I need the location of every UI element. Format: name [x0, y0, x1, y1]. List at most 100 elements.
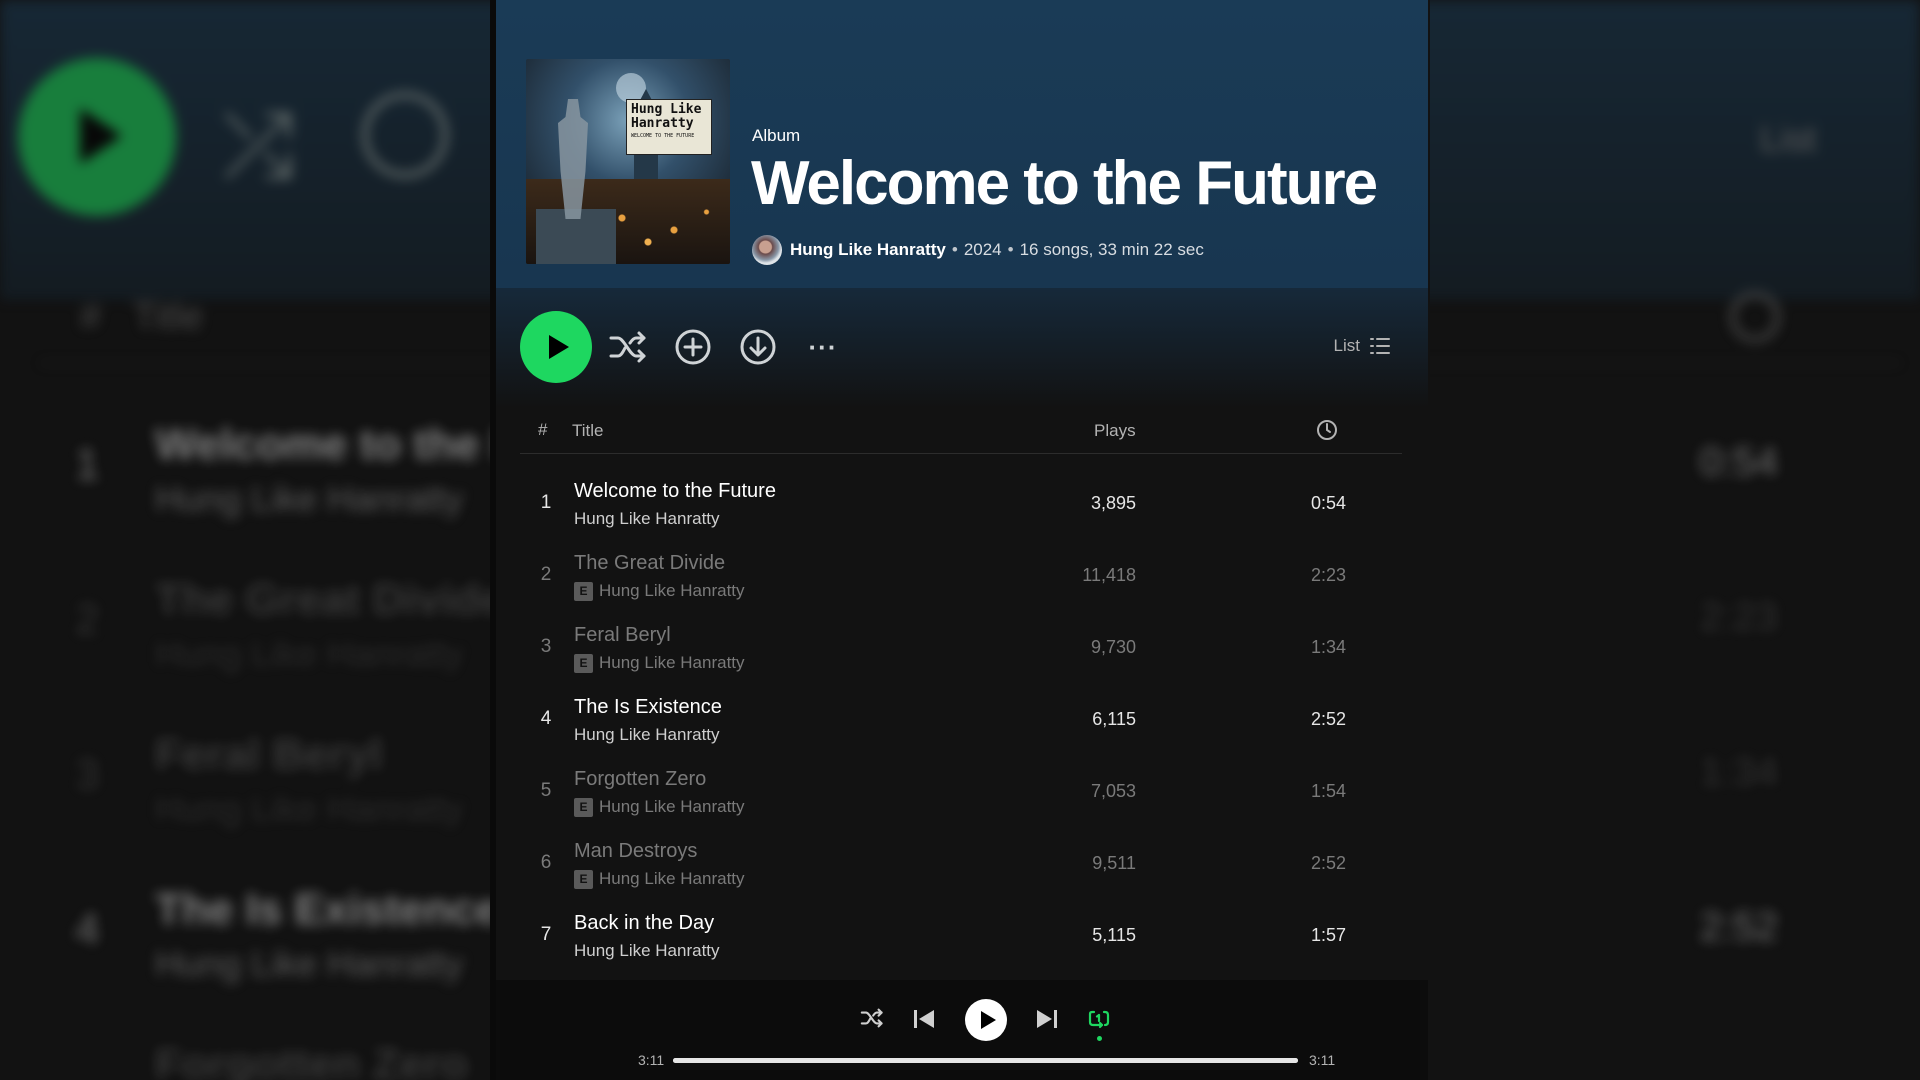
artist-avatar[interactable] — [752, 235, 782, 265]
track-number: 1 — [540, 492, 552, 513]
progress-bar[interactable] — [673, 1058, 1298, 1063]
track-row[interactable]: 7 Back in the Day Hung Like Hanratty 5,115 1… — [520, 902, 1402, 974]
track-title[interactable]: Back in the Day — [574, 912, 714, 935]
view-label: List — [1333, 336, 1360, 355]
play-icon — [549, 335, 569, 359]
player-bar — [496, 980, 1428, 1080]
track-artist[interactable]: Hung Like Hanratty — [599, 581, 745, 601]
list-icon — [1370, 338, 1390, 354]
track-artist-line: E Hung Like Hanratty — [574, 581, 745, 601]
artist-link[interactable]: Hung Like Hanratty — [790, 240, 946, 260]
download-icon — [740, 329, 776, 365]
download-button[interactable] — [738, 327, 778, 367]
track-row[interactable]: 2 The Great Divide E Hung Like Hanratty 11,4… — [520, 542, 1402, 614]
player-shuffle-button[interactable] — [860, 1007, 884, 1029]
track-duration: 0:54 — [1310, 493, 1346, 513]
track-duration: 1:54 — [1310, 781, 1346, 801]
track-artist-line: Hung Like Hanratty — [574, 725, 720, 745]
add-to-library-button[interactable] — [673, 327, 713, 367]
play-button[interactable] — [520, 311, 592, 383]
track-title[interactable]: The Great Divide — [574, 552, 725, 575]
track-title[interactable]: The Is Existence — [574, 696, 722, 719]
shuffle-button[interactable] — [608, 327, 648, 367]
explicit-badge: E — [574, 797, 593, 817]
album-panel: Hung Like Hanratty WELCOME TO THE FUTURE… — [490, 0, 1430, 1080]
more-icon: ··· — [808, 331, 838, 362]
meta-separator: • — [951, 240, 958, 259]
album-header: Hung Like Hanratty WELCOME TO THE FUTURE… — [496, 0, 1428, 288]
track-duration: 2:52 — [1310, 853, 1346, 873]
track-plays: 5,115 — [1092, 925, 1136, 945]
track-number: 3 — [540, 636, 552, 657]
meta-separator: • — [1007, 240, 1014, 259]
album-meta: Hung Like Hanratty • 2024 • 16 songs, 33… — [752, 235, 1204, 265]
track-artist[interactable]: Hung Like Hanratty — [599, 653, 745, 673]
track-number: 7 — [540, 924, 552, 945]
repeat-active-indicator — [1097, 1036, 1102, 1041]
next-button[interactable] — [1036, 1009, 1058, 1029]
track-number: 2 — [540, 564, 552, 585]
col-title[interactable]: Title — [572, 421, 604, 441]
skip-back-icon — [914, 1010, 934, 1028]
track-duration: 1:34 — [1310, 637, 1346, 657]
track-artist[interactable]: Hung Like Hanratty — [574, 725, 720, 745]
track-duration: 2:52 — [1310, 709, 1346, 729]
tracklist: 1 Welcome to the Future Hung Like Hanratty… — [520, 470, 1402, 974]
col-duration[interactable] — [1316, 419, 1338, 446]
track-title[interactable]: Welcome to the Future — [574, 480, 776, 503]
more-options-button[interactable]: ··· — [803, 327, 843, 367]
shuffle-icon — [609, 331, 646, 363]
explicit-badge: E — [574, 653, 593, 673]
track-artist-line: E Hung Like Hanratty — [574, 869, 745, 889]
explicit-badge: E — [574, 581, 593, 601]
track-artist[interactable]: Hung Like Hanratty — [599, 869, 745, 889]
track-row[interactable]: 3 Feral Beryl E Hung Like Hanratty 9,730 1:34 — [520, 614, 1402, 686]
track-number: 4 — [540, 708, 552, 729]
play-icon — [981, 1011, 996, 1029]
track-artist[interactable]: Hung Like Hanratty — [574, 509, 720, 529]
album-summary: 16 songs, 33 min 22 sec — [1019, 240, 1204, 259]
track-plays: 6,115 — [1092, 709, 1136, 729]
cover-label: Hung Like Hanratty WELCOME TO THE FUTURE — [626, 99, 712, 155]
track-title[interactable]: Feral Beryl — [574, 624, 671, 647]
track-title[interactable]: Forgotten Zero — [574, 768, 706, 791]
track-artist[interactable]: Hung Like Hanratty — [574, 941, 720, 961]
elapsed-time: 3:11 — [638, 1052, 665, 1068]
track-artist-line: Hung Like Hanratty — [574, 509, 720, 529]
track-row[interactable]: 6 Man Destroys E Hung Like Hanratty 9,511 2:5… — [520, 830, 1402, 902]
tracklist-header: # Title Plays — [520, 410, 1402, 454]
shuffle-icon — [860, 1008, 883, 1028]
track-artist[interactable]: Hung Like Hanratty — [599, 797, 745, 817]
track-plays: 7,053 — [1090, 781, 1136, 801]
track-row[interactable]: 4 The Is Existence Hung Like Hanratty 6,115… — [520, 686, 1402, 758]
clock-icon — [1317, 420, 1337, 440]
track-row[interactable]: 5 Forgotten Zero E Hung Like Hanratty 7,053 1… — [520, 758, 1402, 830]
track-plays: 3,895 — [1090, 493, 1136, 513]
track-artist-line: Hung Like Hanratty — [574, 941, 720, 961]
repeat-button[interactable] — [1088, 1008, 1110, 1030]
previous-button[interactable] — [913, 1009, 935, 1029]
track-number: 5 — [540, 780, 552, 801]
repeat-one-icon — [1088, 1010, 1110, 1029]
skip-forward-icon — [1037, 1010, 1057, 1028]
total-time: 3:11 — [1309, 1052, 1336, 1068]
col-plays[interactable]: Plays — [1094, 421, 1136, 441]
track-title[interactable]: Man Destroys — [574, 840, 697, 863]
track-plays: 9,511 — [1092, 853, 1136, 873]
album-year: 2024 — [963, 240, 1002, 259]
track-row[interactable]: 1 Welcome to the Future Hung Like Hanratty… — [520, 470, 1402, 542]
explicit-badge: E — [574, 869, 593, 889]
track-artist-line: E Hung Like Hanratty — [574, 797, 745, 817]
track-duration: 2:23 — [1310, 565, 1346, 585]
track-number: 6 — [540, 852, 552, 873]
track-artist-line: E Hung Like Hanratty — [574, 653, 745, 673]
album-cover[interactable]: Hung Like Hanratty WELCOME TO THE FUTURE — [526, 59, 730, 264]
add-circle-icon — [675, 329, 711, 365]
track-plays: 9,730 — [1090, 637, 1136, 657]
page-title: Welcome to the Future — [751, 149, 1378, 218]
view-toggle[interactable]: List — [1334, 336, 1390, 356]
player-play-button[interactable] — [965, 999, 1007, 1041]
progress-fill — [673, 1058, 1298, 1063]
track-plays: 11,418 — [1082, 565, 1136, 585]
track-duration: 1:57 — [1310, 925, 1346, 945]
